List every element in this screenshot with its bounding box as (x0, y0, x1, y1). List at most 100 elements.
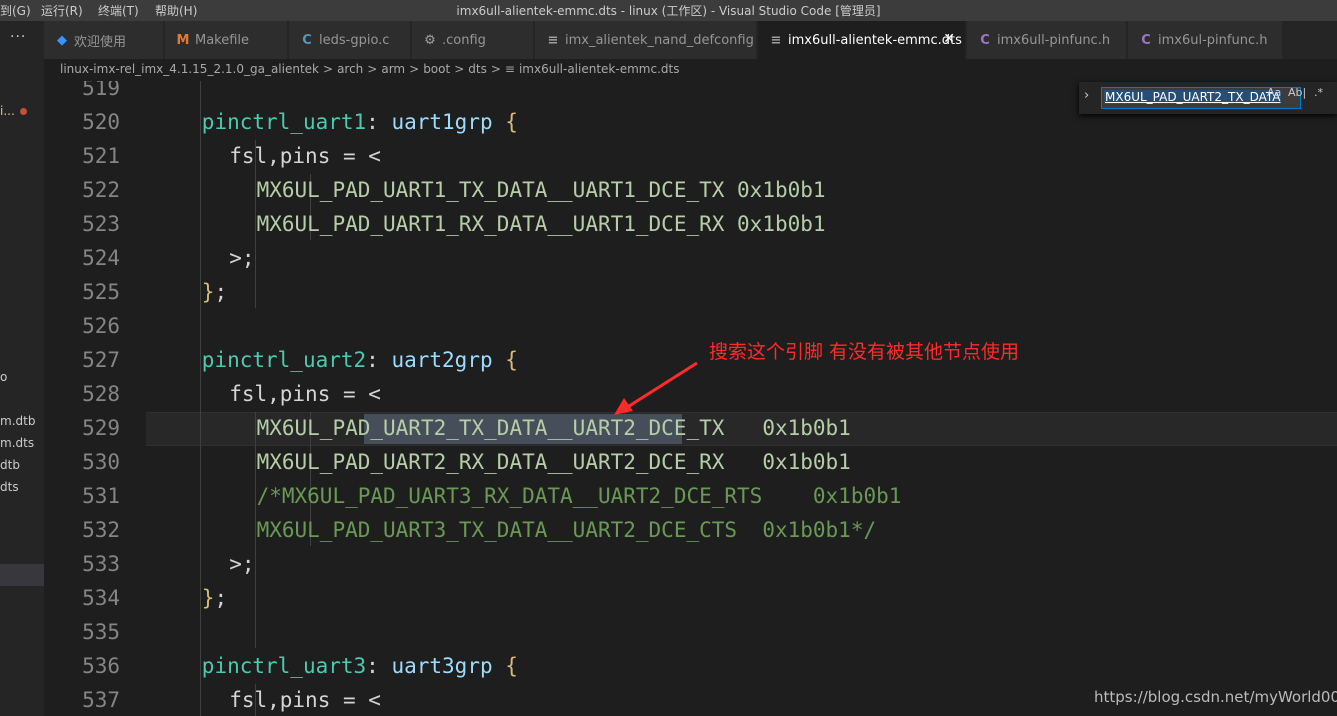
explorer-file-item[interactable]: i... (0, 104, 15, 118)
code-line[interactable]: pinctrl_uart1: uart1grp { (202, 110, 518, 134)
close-icon[interactable]: ✕ (943, 31, 955, 47)
code-line[interactable]: pinctrl_uart2: uart2grp { (202, 348, 518, 372)
line-number-gutter: 519 520 521 522 523 524 525 526 527 528 529 530 531 5… (44, 81, 146, 716)
explorer-file-item[interactable]: m.dts (0, 436, 34, 450)
code-token: uart1grp (391, 110, 493, 134)
code-token: MX6UL_PAD_UART1_TX_DATA__UART1_DCE_TX 0x… (256, 178, 826, 202)
tab-label: Makefile (195, 32, 250, 48)
code-line[interactable]: >; (229, 552, 254, 576)
code-line[interactable]: fsl,pins = < (229, 382, 381, 406)
code-line[interactable]: >; (229, 246, 254, 270)
breadcrumb-item[interactable]: boot (423, 62, 450, 76)
c-header-icon: C (1141, 32, 1151, 48)
line-number: 529 (82, 416, 120, 440)
tab-label: imx_alientek_nand_defconfig (565, 32, 754, 48)
tab-config[interactable]: ⚙ .config (412, 21, 534, 59)
code-token: { (505, 348, 518, 372)
code-token: MX6UL_PAD_UART3_TX_DATA__UART2_DCE_CTS 0… (256, 518, 877, 542)
explorer-sidebar: ··· i... o m.dtb m.dts dtb dts (0, 21, 44, 716)
c-file-icon: C (302, 32, 312, 48)
code-line[interactable]: MX6UL_PAD_UART2_RX_DATA__UART2_DCE_RX 0x… (257, 450, 851, 474)
more-actions-icon[interactable]: ··· (10, 29, 26, 45)
modified-dot-icon (20, 108, 27, 115)
chevron-right-icon[interactable]: › (1084, 88, 1089, 103)
tab-label: imx6ul-pinfunc.h (1158, 32, 1268, 48)
tab-label: leds-gpio.c (319, 32, 390, 48)
tab-label: imx6ull-pinfunc.h (997, 32, 1111, 48)
find-input-value: MX6UL_PAD_UART2_TX_DATA (1104, 90, 1282, 104)
code-token: { (505, 110, 518, 134)
code-token: fsl,pins = < (229, 144, 381, 168)
breadcrumb-item[interactable]: imx6ull-alientek-emmc.dts (519, 62, 680, 76)
match-word-icon[interactable]: Ab| (1288, 86, 1306, 99)
code-token: >; (229, 246, 255, 270)
code-token: uart3grp (391, 654, 493, 678)
code-line[interactable]: MX6UL_PAD_UART2_TX_DATA__UART2_DCE_TX 0x… (257, 416, 851, 440)
lines-icon: ≡ (547, 32, 559, 48)
tab-welcome[interactable]: ◆ 欢迎使用 (44, 21, 164, 59)
explorer-file-item[interactable]: dtb (0, 458, 20, 472)
title-bar: 到(G) 运行(R) 终端(T) 帮助(H) imx6ull-alientek-… (0, 0, 1337, 21)
code-token: } (201, 280, 215, 304)
explorer-selected-item[interactable] (0, 564, 44, 586)
code-line[interactable]: MX6UL_PAD_UART3_TX_DATA__UART2_DCE_CTS 0… (257, 518, 877, 542)
code-token: : (366, 654, 392, 678)
code-line[interactable]: MX6UL_PAD_UART1_TX_DATA__UART1_DCE_TX 0x… (257, 178, 826, 202)
line-number: 525 (82, 280, 120, 304)
explorer-file-item[interactable]: m.dtb (0, 414, 35, 428)
explorer-file-item[interactable]: o (0, 370, 7, 384)
code-token: : (366, 348, 392, 372)
regex-icon[interactable]: .* (1314, 86, 1323, 99)
code-token: >; (229, 552, 255, 576)
code-token: ; (214, 586, 228, 610)
code-token: pinctrl_uart1 (201, 110, 367, 134)
breadcrumb-item[interactable]: arch (337, 62, 363, 76)
line-number: 533 (82, 552, 120, 576)
breadcrumb: linux-imx-rel_imx_4.1.15_2.1.0_ga_alient… (44, 59, 1337, 81)
code-token: MX6UL_PAD_UART1_RX_DATA__UART1_DCE_RX 0x… (256, 212, 826, 236)
explorer-file-item[interactable]: dts (0, 480, 19, 494)
chevron-right-icon: > (454, 62, 465, 76)
tab-imx6ul-pinfunc[interactable]: C imx6ul-pinfunc.h (1128, 21, 1283, 59)
code-token: ; (214, 280, 228, 304)
tab-nand-defconfig[interactable]: ≡ imx_alientek_nand_defconfig (535, 21, 757, 59)
breadcrumb-item[interactable]: arm (381, 62, 405, 76)
code-line[interactable]: /*MX6UL_PAD_UART3_RX_DATA__UART2_DCE_RTS… (257, 484, 902, 508)
code-line[interactable]: fsl,pins = < (229, 144, 381, 168)
watermark: https://blog.csdn.net/myWorld001 (1094, 688, 1337, 706)
code-line[interactable]: MX6UL_PAD_UART1_RX_DATA__UART1_DCE_RX 0x… (257, 212, 826, 236)
code-token: pinctrl_uart3 (201, 654, 367, 678)
code-token: MX6UL_PAD_UART2_RX_DATA__UART2_DCE_RX 0x… (256, 450, 851, 474)
line-number: 520 (82, 110, 120, 134)
tab-leds-gpio[interactable]: C leds-gpio.c (289, 21, 411, 59)
lines-icon: ≡ (504, 62, 515, 76)
line-number: 523 (82, 212, 120, 236)
code-token: { (505, 654, 518, 678)
line-number: 519 (82, 81, 120, 100)
tab-imx6ull-pinfunc[interactable]: C imx6ull-pinfunc.h (967, 21, 1127, 59)
tab-emmc-dts[interactable]: ≡ imx6ull-alientek-emmc.dts ✕ (758, 21, 966, 59)
tab-makefile[interactable]: M Makefile (165, 21, 288, 59)
line-number: 535 (82, 620, 120, 644)
gear-icon: ⚙ (424, 32, 436, 48)
match-case-icon[interactable]: Aa (1267, 86, 1281, 99)
code-line[interactable]: }; (202, 586, 227, 610)
breadcrumb-item[interactable]: linux-imx-rel_imx_4.1.15_2.1.0_ga_alient… (60, 62, 319, 76)
chevron-right-icon: > (367, 62, 378, 76)
indent-guide (200, 81, 201, 716)
code-line[interactable]: }; (202, 280, 227, 304)
tab-label: .config (442, 32, 486, 48)
code-line[interactable]: pinctrl_uart3: uart3grp { (202, 654, 518, 678)
code-editor[interactable]: 519 520 521 522 523 524 525 526 527 528 529 530 531 5… (44, 81, 1337, 716)
chevron-right-icon: > (409, 62, 420, 76)
breadcrumb-item[interactable]: dts (468, 62, 487, 76)
line-number: 532 (82, 518, 120, 542)
chevron-right-icon: > (490, 62, 501, 76)
tab-bar: ◆ 欢迎使用 M Makefile C leds-gpio.c ⚙ .confi… (44, 21, 1337, 59)
line-number: 531 (82, 484, 120, 508)
code-line[interactable]: fsl,pins = < (229, 688, 381, 712)
code-token: uart2grp (391, 348, 493, 372)
